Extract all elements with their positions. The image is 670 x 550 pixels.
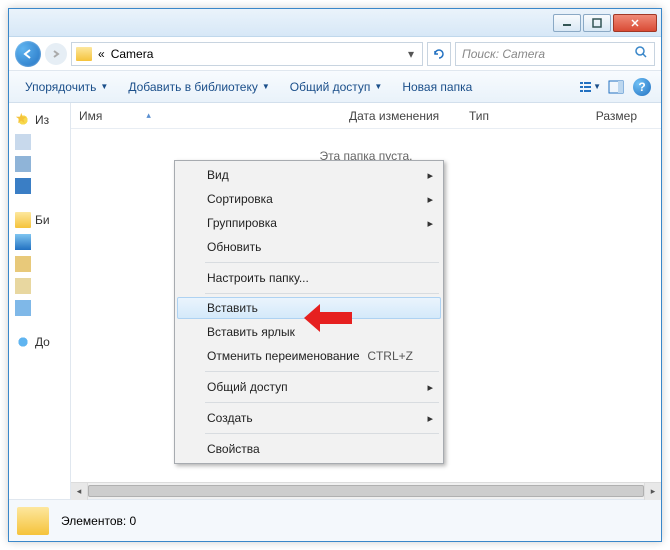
share-button[interactable]: Общий доступ▼	[282, 76, 391, 98]
maximize-button[interactable]	[583, 14, 611, 32]
network-icon	[15, 334, 31, 350]
menu-paste[interactable]: Вставить	[177, 297, 441, 319]
toolbar: Упорядочить▼ Добавить в библиотеку▼ Общи…	[9, 71, 661, 103]
menu-group[interactable]: Группировка	[177, 211, 441, 235]
help-button[interactable]: ?	[631, 76, 653, 98]
column-headers: Имя▴ Дата изменения Тип Размер	[71, 103, 661, 129]
search-input[interactable]: Поиск: Camera	[455, 42, 655, 66]
preview-pane-button[interactable]	[605, 76, 627, 98]
close-button[interactable]	[613, 14, 657, 32]
breadcrumb-location: Camera	[111, 47, 154, 61]
statusbar: Элементов: 0	[9, 499, 661, 541]
sidebar: Из Би Дo	[9, 103, 71, 499]
sidebar-libraries[interactable]: Би	[13, 209, 66, 231]
scroll-left-button[interactable]: ◂	[71, 483, 88, 500]
item-count: Элементов: 0	[61, 514, 136, 528]
menu-separator	[205, 293, 439, 294]
menu-refresh[interactable]: Обновить	[177, 235, 441, 259]
sort-arrow-icon: ▴	[146, 110, 151, 121]
breadcrumb-dropdown[interactable]: ▾	[404, 47, 418, 61]
shortcut-label: CTRL+Z	[367, 349, 413, 363]
breadcrumb[interactable]: « Camera ▾	[71, 42, 423, 66]
back-button[interactable]	[15, 41, 41, 67]
generic-icon	[15, 278, 31, 294]
view-options-button[interactable]: ▼	[579, 76, 601, 98]
menu-separator	[205, 262, 439, 263]
sidebar-homegroup[interactable]: Дo	[13, 331, 66, 353]
titlebar	[9, 9, 661, 37]
generic-icon	[15, 256, 31, 272]
breadcrumb-prefix: «	[98, 47, 105, 61]
folder-icon	[17, 507, 49, 535]
new-folder-button[interactable]: Новая папка	[394, 76, 480, 98]
horizontal-scrollbar[interactable]: ◂ ▸	[71, 482, 661, 499]
sidebar-item[interactable]	[13, 131, 66, 153]
forward-button	[45, 43, 67, 65]
menu-paste-shortcut[interactable]: Вставить ярлык	[177, 320, 441, 344]
minimize-button[interactable]	[553, 14, 581, 32]
menu-undo-rename[interactable]: Отменить переименованиеCTRL+Z	[177, 344, 441, 368]
column-date[interactable]: Дата изменения	[349, 109, 469, 123]
menu-separator	[205, 371, 439, 372]
sidebar-item[interactable]	[13, 175, 66, 197]
navbar: « Camera ▾ Поиск: Camera	[9, 37, 661, 71]
sidebar-item[interactable]	[13, 231, 66, 253]
generic-icon	[15, 234, 31, 250]
generic-icon	[15, 178, 31, 194]
sidebar-item[interactable]	[13, 275, 66, 297]
menu-sort[interactable]: Сортировка	[177, 187, 441, 211]
menu-new[interactable]: Создать	[177, 406, 441, 430]
search-icon	[634, 45, 648, 62]
menu-share[interactable]: Общий доступ	[177, 375, 441, 399]
organize-button[interactable]: Упорядочить▼	[17, 76, 116, 98]
add-to-library-button[interactable]: Добавить в библиотеку▼	[120, 76, 277, 98]
refresh-button[interactable]	[427, 42, 451, 66]
sidebar-item[interactable]	[13, 153, 66, 175]
sidebar-item[interactable]	[13, 253, 66, 275]
column-name[interactable]: Имя▴	[79, 109, 349, 123]
menu-view[interactable]: Вид	[177, 163, 441, 187]
scroll-right-button[interactable]: ▸	[644, 483, 661, 500]
context-menu: Вид Сортировка Группировка Обновить Наст…	[174, 160, 444, 464]
menu-properties[interactable]: Свойства	[177, 437, 441, 461]
column-type[interactable]: Тип	[469, 109, 549, 123]
help-icon: ?	[633, 78, 651, 96]
library-icon	[15, 212, 31, 228]
scroll-thumb[interactable]	[88, 485, 644, 497]
sidebar-item[interactable]	[13, 297, 66, 319]
generic-icon	[15, 134, 31, 150]
star-icon	[15, 112, 31, 128]
menu-separator	[205, 433, 439, 434]
column-size[interactable]: Размер	[549, 109, 653, 123]
sidebar-favorites[interactable]: Из	[13, 109, 66, 131]
generic-icon	[15, 300, 31, 316]
generic-icon	[15, 156, 31, 172]
menu-customize-folder[interactable]: Настроить папку...	[177, 266, 441, 290]
search-placeholder: Поиск: Camera	[462, 47, 545, 61]
folder-icon	[76, 47, 92, 61]
menu-separator	[205, 402, 439, 403]
